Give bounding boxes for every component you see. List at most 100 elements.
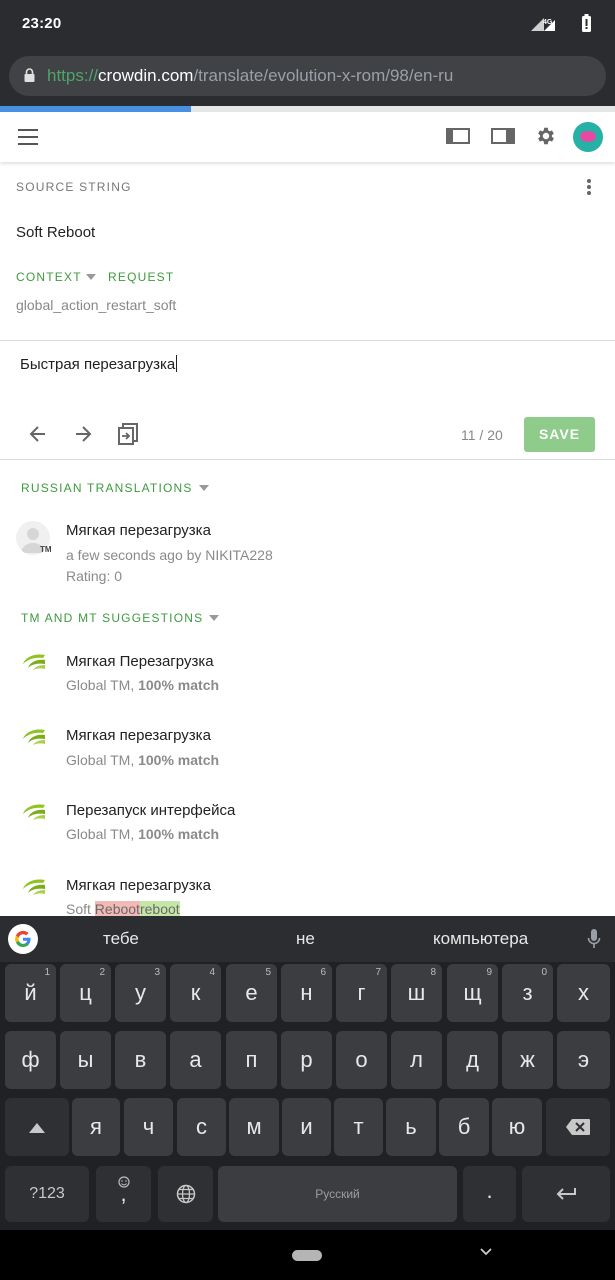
- gear-icon[interactable]: [535, 125, 557, 147]
- tm-badge: TM: [40, 545, 52, 554]
- key[interactable]: з0: [502, 964, 553, 1022]
- onscreen-keyboard: тебе не компьютера й1 ц2 у3 к4 е5 н6 г7 …: [0, 916, 615, 1230]
- suggestion-source: Global TM, 100% match: [66, 752, 219, 768]
- next-string-arrow-icon[interactable]: [73, 424, 93, 444]
- microphone-icon[interactable]: [587, 928, 601, 950]
- status-time: 23:20: [22, 15, 62, 32]
- key[interactable]: р: [281, 1031, 332, 1089]
- shift-key[interactable]: [5, 1098, 69, 1156]
- comma-label: ,: [120, 1181, 127, 1206]
- enter-arrow-icon: [556, 1188, 576, 1200]
- key[interactable]: у3: [115, 964, 166, 1022]
- keyboard-suggestion-strip: тебе не компьютера: [0, 916, 615, 962]
- chevron-down-icon[interactable]: [480, 1248, 492, 1256]
- left-panel-layout-icon[interactable]: [446, 126, 470, 146]
- suggestions-toggle[interactable]: TM AND MT SUGGESTIONS: [21, 611, 220, 625]
- global-tm-logo-icon: [23, 804, 45, 820]
- key[interactable]: ы: [60, 1031, 111, 1089]
- keyboard-suggestion[interactable]: не: [296, 929, 315, 949]
- key[interactable]: п: [226, 1031, 277, 1089]
- key[interactable]: я: [72, 1098, 120, 1156]
- suggestions-label: TM AND MT SUGGESTIONS: [21, 611, 204, 625]
- copy-source-icon[interactable]: [117, 422, 139, 446]
- key[interactable]: с: [177, 1098, 226, 1156]
- russian-translations-toggle[interactable]: RUSSIAN TRANSLATIONS: [21, 481, 209, 495]
- key[interactable]: в: [115, 1031, 166, 1089]
- context-label: CONTEXT: [16, 270, 82, 284]
- battery-icon: [582, 14, 591, 32]
- key[interactable]: б: [439, 1098, 489, 1156]
- key[interactable]: й1: [5, 964, 56, 1022]
- url-host: crowdin.com: [98, 66, 194, 85]
- backspace-icon: [566, 1119, 590, 1135]
- translation-rating: Rating: 0: [66, 568, 123, 584]
- character-counter: 11 / 20: [461, 427, 503, 443]
- chevron-down-icon: [198, 485, 209, 491]
- suggestion-source-label: Global TM,: [66, 752, 135, 768]
- enter-key[interactable]: [522, 1166, 610, 1222]
- lock-icon: [24, 68, 35, 82]
- url-text[interactable]: https://crowdin.com/translate/evolution-…: [47, 66, 453, 86]
- suggestion-text[interactable]: Мягкая перезагрузка: [66, 727, 211, 744]
- language-key[interactable]: [158, 1166, 213, 1222]
- suggestion-source-label: Global TM,: [66, 677, 135, 693]
- key[interactable]: ж: [502, 1031, 553, 1089]
- keyboard-suggestion[interactable]: компьютера: [433, 929, 528, 949]
- chevron-down-icon: [209, 615, 220, 621]
- key[interactable]: а: [170, 1031, 221, 1089]
- divider: [0, 459, 615, 460]
- global-tm-logo-icon: [23, 654, 45, 670]
- key[interactable]: и: [282, 1098, 331, 1156]
- user-avatar[interactable]: [573, 122, 603, 152]
- diff-removed: Reboot: [94, 901, 140, 917]
- save-button[interactable]: SAVE: [524, 417, 595, 452]
- key[interactable]: х: [557, 964, 610, 1022]
- key[interactable]: т: [334, 1098, 383, 1156]
- key[interactable]: г7: [336, 964, 387, 1022]
- key[interactable]: ш8: [391, 964, 442, 1022]
- google-icon[interactable]: [8, 924, 38, 954]
- previous-string-arrow-icon[interactable]: [28, 424, 48, 444]
- key[interactable]: щ9: [447, 964, 498, 1022]
- suggestion-text[interactable]: Мягкая перезагрузка: [66, 877, 211, 894]
- emoji-comma-key[interactable]: ,: [96, 1166, 151, 1222]
- backspace-key[interactable]: [546, 1098, 610, 1156]
- key[interactable]: ч: [124, 1098, 173, 1156]
- home-pill[interactable]: [292, 1250, 322, 1261]
- suggestion-source-label: Global TM,: [66, 826, 135, 842]
- chevron-down-icon: [85, 274, 96, 280]
- key[interactable]: э: [557, 1031, 610, 1089]
- url-path: /translate/evolution-x-rom/98/en-ru: [193, 66, 454, 85]
- right-panel-layout-icon[interactable]: [491, 126, 515, 146]
- space-key[interactable]: Русский: [218, 1166, 457, 1222]
- symbols-key[interactable]: ?123: [5, 1166, 89, 1222]
- key[interactable]: л: [391, 1031, 442, 1089]
- menu-icon[interactable]: [18, 129, 38, 145]
- key[interactable]: д: [447, 1031, 498, 1089]
- translation-meta: a few seconds ago by NIKITA228: [66, 547, 273, 563]
- translation-input-value: Быстрая перезагрузка: [20, 356, 176, 373]
- request-link[interactable]: REQUEST: [108, 270, 174, 284]
- keyboard-suggestion[interactable]: тебе: [103, 929, 139, 949]
- suggestion-text[interactable]: Перезапуск интерфейса: [66, 802, 235, 819]
- more-options-icon[interactable]: [587, 179, 591, 195]
- network-type-label: 4G: [543, 19, 553, 26]
- match-percentage: 100% match: [138, 752, 220, 768]
- context-toggle[interactable]: CONTEXT: [16, 270, 96, 284]
- suggestion-source: Global TM, 100% match: [66, 826, 219, 842]
- key[interactable]: ц2: [60, 964, 111, 1022]
- translation-text: Мягкая перезагрузка: [66, 522, 211, 539]
- context-identifier: global_action_restart_soft: [16, 297, 177, 313]
- key[interactable]: н6: [281, 964, 332, 1022]
- key[interactable]: е5: [226, 964, 277, 1022]
- key[interactable]: к4: [170, 964, 221, 1022]
- key[interactable]: ь: [386, 1098, 436, 1156]
- address-bar[interactable]: https://crowdin.com/translate/evolution-…: [9, 56, 606, 96]
- key[interactable]: м: [229, 1098, 279, 1156]
- period-key[interactable]: .: [463, 1166, 516, 1222]
- translation-input[interactable]: Быстрая перезагрузка: [20, 355, 178, 373]
- key[interactable]: о: [336, 1031, 387, 1089]
- key[interactable]: ф: [5, 1031, 56, 1089]
- key[interactable]: ю: [492, 1098, 542, 1156]
- suggestion-text[interactable]: Мягкая Перезагрузка: [66, 653, 214, 670]
